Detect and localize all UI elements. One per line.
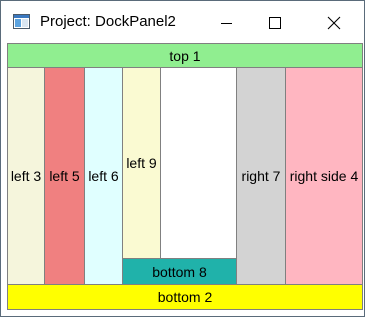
panel-left-3: left 3 [7,67,45,285]
title-bar[interactable]: Project: DockPanel2 [1,1,364,42]
panel-right-7: right 7 [236,67,286,285]
minimize-button[interactable] [204,1,250,42]
panel-top-1: top 1 [7,43,363,68]
panel-bottom-8: bottom 8 [122,258,237,285]
panel-left-5: left 5 [44,67,85,285]
panel-left-9-label: left 9 [126,155,157,171]
app-window: Project: DockPanel2 top 1 left 3 left 5 … [0,0,365,317]
panel-left-6: left 6 [84,67,123,285]
panel-left-5-label: left 5 [49,168,80,184]
panel-fill [160,67,237,259]
panel-right-7-label: right 7 [241,168,281,184]
panel-top-1-label: top 1 [169,47,201,64]
panel-left-3-label: left 3 [10,168,42,184]
panel-left-9: left 9 [122,67,161,259]
close-icon [327,16,341,30]
close-button[interactable] [310,1,356,42]
window-app-icon [13,14,30,29]
panel-bottom-2: bottom 2 [7,284,363,310]
panel-bottom-8-label: bottom 8 [152,263,207,280]
panel-right-side-4-label: right side 4 [289,168,359,184]
maximize-button[interactable] [250,1,296,42]
maximize-icon [269,17,281,29]
panel-bottom-2-label: bottom 2 [157,289,213,305]
window-title: Project: DockPanel2 [40,13,176,30]
panel-right-side-4: right side 4 [285,67,363,285]
minimize-icon [221,23,232,24]
panel-left-6-label: left 6 [88,168,119,184]
